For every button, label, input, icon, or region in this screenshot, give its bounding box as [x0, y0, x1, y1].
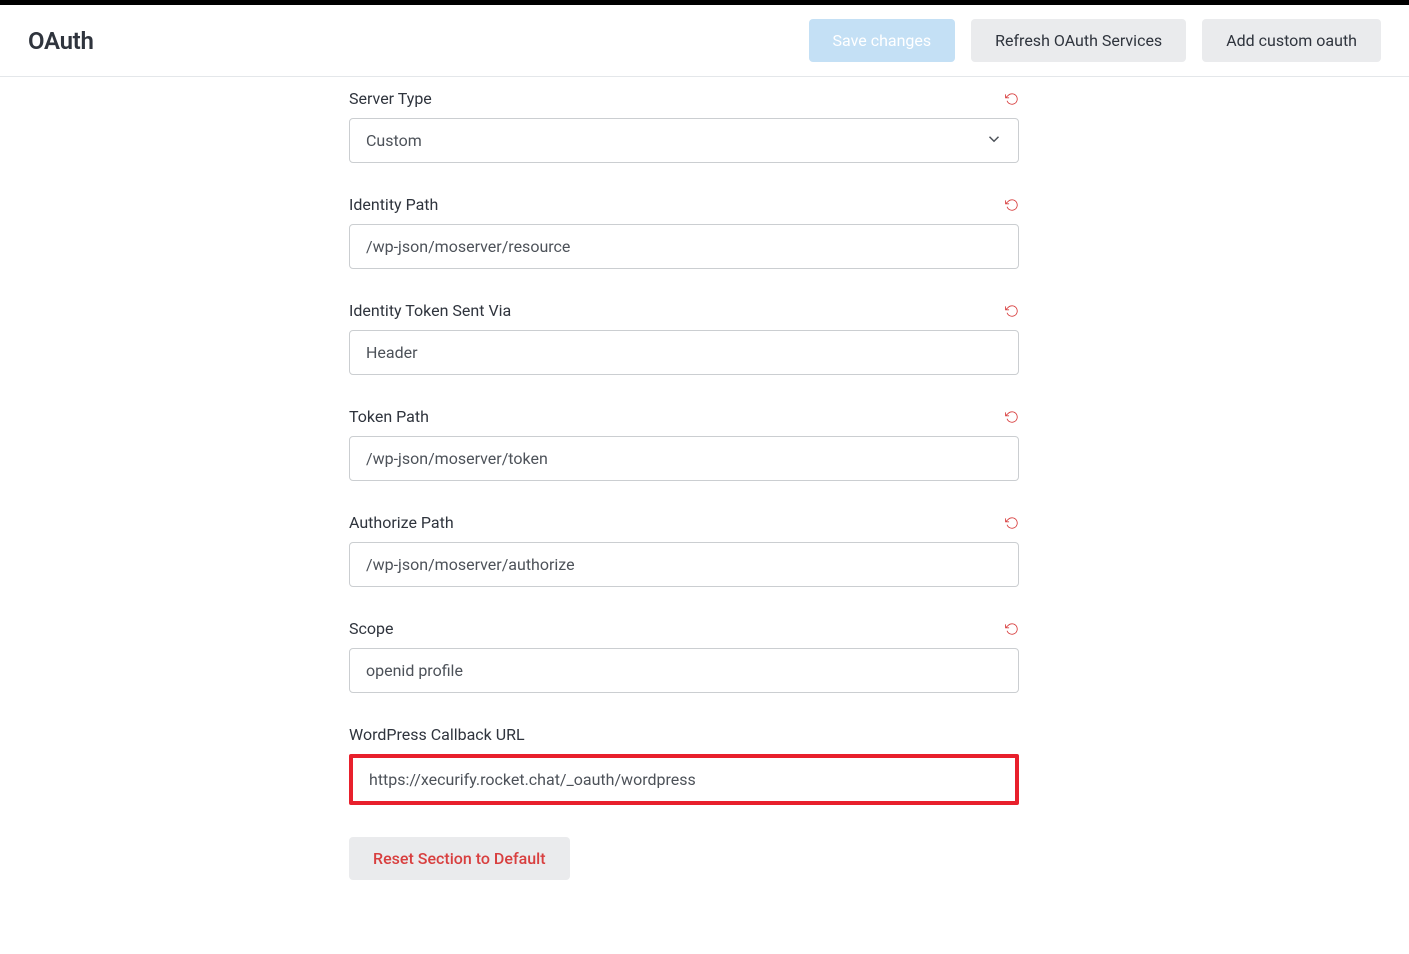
- refresh-oauth-button[interactable]: Refresh OAuth Services: [971, 19, 1186, 62]
- page-header: OAuth Save changes Refresh OAuth Service…: [0, 5, 1409, 77]
- identity-path-field: Identity Path: [349, 195, 1019, 269]
- reset-icon[interactable]: [1005, 304, 1019, 318]
- scope-field: Scope: [349, 619, 1019, 693]
- page-title: OAuth: [28, 27, 94, 55]
- reset-section-button[interactable]: Reset Section to Default: [349, 837, 570, 880]
- callback-url-field: WordPress Callback URL: [349, 725, 1019, 805]
- identity-path-label: Identity Path: [349, 195, 438, 214]
- authorize-path-label: Authorize Path: [349, 513, 454, 532]
- token-path-field: Token Path: [349, 407, 1019, 481]
- reset-icon[interactable]: [1005, 516, 1019, 530]
- authorize-path-field: Authorize Path: [349, 513, 1019, 587]
- token-path-input[interactable]: [349, 436, 1019, 481]
- header-actions: Save changes Refresh OAuth Services Add …: [809, 19, 1382, 62]
- server-type-select[interactable]: Custom: [349, 118, 1019, 163]
- scope-label: Scope: [349, 619, 393, 638]
- server-type-field: Server Type Custom: [349, 89, 1019, 163]
- identity-token-sent-via-label: Identity Token Sent Via: [349, 301, 511, 320]
- reset-icon[interactable]: [1005, 92, 1019, 106]
- token-path-label: Token Path: [349, 407, 429, 426]
- server-type-label: Server Type: [349, 89, 432, 108]
- reset-icon[interactable]: [1005, 410, 1019, 424]
- save-changes-button[interactable]: Save changes: [809, 19, 956, 62]
- authorize-path-input[interactable]: [349, 542, 1019, 587]
- callback-url-label: WordPress Callback URL: [349, 725, 525, 744]
- identity-token-sent-via-field: Identity Token Sent Via: [349, 301, 1019, 375]
- identity-token-sent-via-input[interactable]: [349, 330, 1019, 375]
- reset-icon[interactable]: [1005, 622, 1019, 636]
- callback-url-input[interactable]: [349, 754, 1019, 805]
- settings-form: Server Type Custom Identity Path Identit…: [349, 77, 1019, 920]
- scope-input[interactable]: [349, 648, 1019, 693]
- add-custom-oauth-button[interactable]: Add custom oauth: [1202, 19, 1381, 62]
- reset-icon[interactable]: [1005, 198, 1019, 212]
- identity-path-input[interactable]: [349, 224, 1019, 269]
